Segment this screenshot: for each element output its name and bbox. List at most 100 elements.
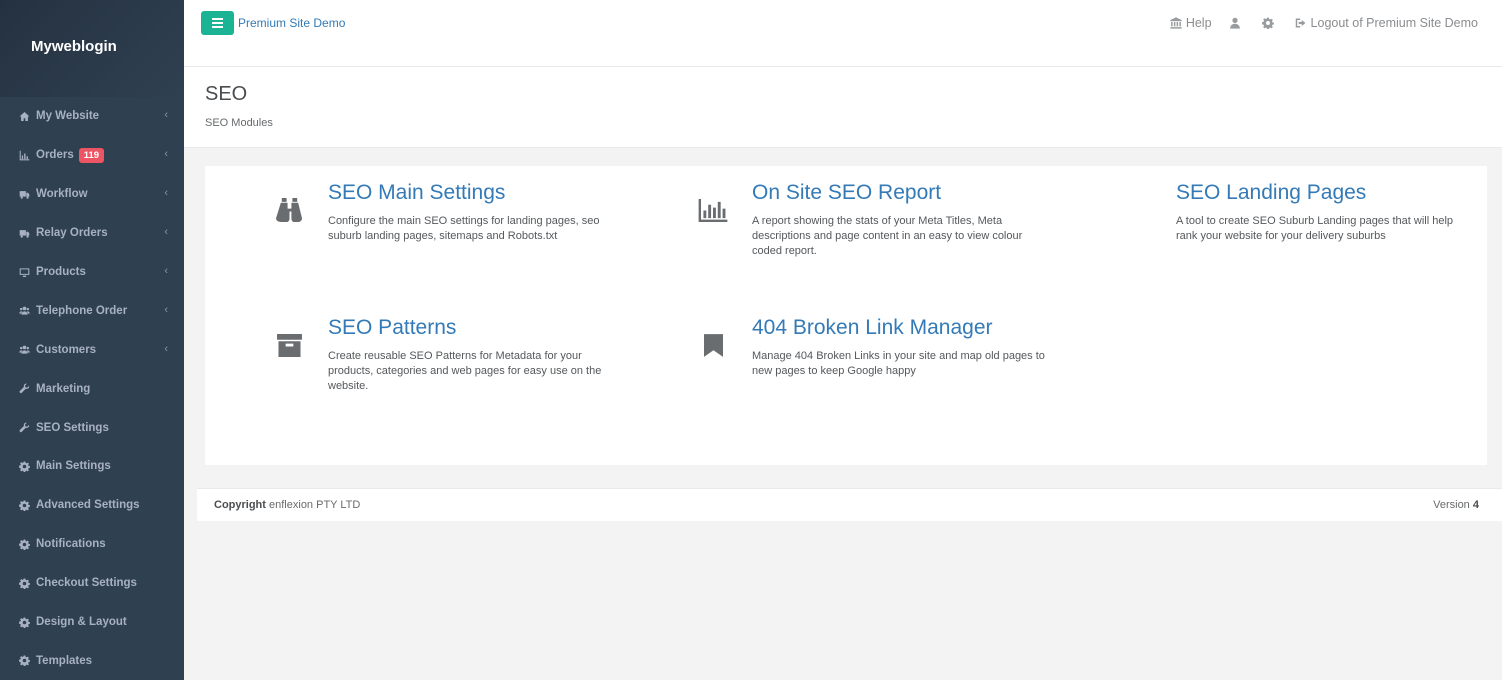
top-navbar: Premium Site Demo Help Logout of Premium… — [184, 0, 1502, 67]
gear-icon — [18, 538, 30, 550]
sidebar-item-my-website[interactable]: My Website ‹ — [0, 97, 184, 136]
gear-icon — [18, 616, 30, 628]
brand-name: Myweblogin — [31, 38, 117, 55]
settings-button[interactable] — [1261, 17, 1278, 29]
chevron-left-icon: ‹ — [164, 264, 168, 277]
sidebar-item-label: Advanced Settings — [36, 499, 140, 512]
gear-icon — [18, 499, 30, 511]
module-title[interactable]: SEO Landing Pages — [1176, 181, 1502, 204]
module-description: Create reusable SEO Patterns for Metadat… — [328, 350, 602, 393]
sidebar-item-label: Checkout Settings — [36, 577, 137, 590]
gear-icon — [1261, 17, 1274, 29]
site-name-link[interactable]: Premium Site Demo — [238, 16, 345, 30]
bar-chart-icon — [18, 149, 30, 161]
top-right-menu: Help Logout of Premium Site Demo — [1153, 16, 1478, 30]
chevron-left-icon: ‹ — [164, 148, 168, 161]
user-icon — [1229, 17, 1240, 29]
gear-icon — [18, 460, 30, 472]
bank-icon — [1170, 17, 1182, 29]
sidebar-item-marketing[interactable]: Marketing — [0, 369, 184, 408]
chevron-left-icon: ‹ — [164, 187, 168, 200]
sidebar-item-advanced-settings[interactable]: Advanced Settings — [0, 486, 184, 525]
gear-icon — [18, 655, 30, 667]
bar-chart-icon — [698, 195, 728, 225]
sidebar-brand[interactable]: Myweblogin — [0, 0, 184, 97]
sidebar-item-label: Notifications — [36, 538, 106, 551]
wrench-icon — [18, 422, 30, 434]
sidebar-item-label: Templates — [36, 654, 93, 667]
logout-label: Logout of Premium Site Demo — [1310, 16, 1478, 30]
chevron-left-icon: ‹ — [164, 303, 168, 316]
copyright-label: Copyright — [214, 499, 266, 511]
sidebar: Myweblogin My Website ‹ Orders 119 ‹ Wor… — [0, 0, 184, 680]
wrench-icon — [18, 383, 30, 395]
sidebar-item-workflow[interactable]: Workflow ‹ — [0, 175, 184, 214]
hamburger-icon — [212, 18, 223, 28]
sidebar-item-label: Main Settings — [36, 460, 111, 473]
version-label: Version — [1433, 499, 1470, 511]
users-icon — [18, 305, 30, 317]
sidebar-item-label: Products — [36, 266, 86, 278]
sidebar-item-relay-orders[interactable]: Relay Orders ‹ — [0, 214, 184, 253]
desktop-icon — [18, 266, 30, 278]
version-number: 4 — [1472, 499, 1479, 511]
module-description: A tool to create SEO Suburb Landing page… — [1176, 215, 1454, 243]
sidebar-item-checkout-settings[interactable]: Checkout Settings — [0, 564, 184, 603]
sidebar-item-label: Workflow — [36, 188, 88, 201]
sidebar-item-seo-settings[interactable]: SEO Settings — [0, 408, 184, 447]
module-seo-landing-pages: SEO Landing Pages A tool to create SEO S… — [1176, 181, 1502, 244]
help-link[interactable]: Help — [1170, 16, 1212, 30]
users-icon — [18, 344, 30, 356]
sidebar-item-main-settings[interactable]: Main Settings — [0, 447, 184, 486]
logout-link[interactable]: Logout of Premium Site Demo — [1295, 16, 1478, 30]
footer-copyright: Copyright enflexion PTY LTD — [214, 499, 360, 511]
sidebar-item-label: Relay Orders — [36, 227, 108, 240]
page-title: SEO — [205, 83, 248, 105]
chevron-left-icon: ‹ — [164, 342, 168, 355]
sidebar-nav: My Website ‹ Orders 119 ‹ Workflow ‹ Rel… — [0, 97, 184, 680]
sidebar-item-telephone-order[interactable]: Telephone Order ‹ — [0, 291, 184, 330]
sidebar-item-notifications[interactable]: Notifications — [0, 525, 184, 564]
sidebar-item-templates[interactable]: Templates — [0, 641, 184, 680]
chevron-left-icon: ‹ — [164, 109, 168, 122]
footer-version: Version 4 — [1433, 499, 1479, 511]
module-on-site-seo-report: On Site SEO Report A report showing the … — [698, 181, 1082, 259]
module-description: Manage 404 Broken Links in your site and… — [752, 350, 1045, 378]
module-title[interactable]: SEO Main Settings — [328, 181, 658, 204]
page-subtitle: SEO Modules — [205, 117, 273, 129]
home-icon — [18, 110, 30, 122]
help-label: Help — [1185, 16, 1212, 30]
sidebar-item-customers[interactable]: Customers ‹ — [0, 330, 184, 369]
module-title[interactable]: 404 Broken Link Manager — [752, 316, 1082, 339]
sidebar-item-label: Customers — [36, 343, 97, 356]
sidebar-item-label: My Website — [36, 110, 100, 123]
module-seo-main-settings: SEO Main Settings Configure the main SEO… — [275, 181, 658, 244]
module-seo-patterns: SEO Patterns Create reusable SEO Pattern… — [276, 316, 658, 394]
company-name: enflexion PTY LTD — [269, 499, 361, 511]
binoculars-icon — [274, 195, 304, 225]
sidebar-item-products[interactable]: Products ‹ — [0, 253, 184, 292]
gear-icon — [18, 577, 30, 589]
truck-icon — [18, 227, 30, 239]
sidebar-item-label: Marketing — [36, 382, 91, 395]
sign-out-icon — [1295, 18, 1306, 28]
sidebar-item-label: Design & Layout — [36, 616, 127, 629]
module-title[interactable]: On Site SEO Report — [752, 181, 1082, 204]
chevron-left-icon: ‹ — [164, 225, 168, 238]
footer: Copyright enflexion PTY LTD Version 4 — [197, 488, 1502, 521]
bookmark-icon — [698, 330, 728, 360]
truck-icon — [18, 188, 30, 200]
page-heading: SEO SEO Modules — [184, 67, 1502, 148]
sidebar-item-label: Orders — [36, 149, 74, 162]
module-description: A report showing the stats of your Meta … — [752, 215, 1023, 258]
sidebar-toggle-button[interactable] — [201, 11, 234, 35]
module-title[interactable]: SEO Patterns — [328, 316, 658, 339]
orders-count-badge: 119 — [78, 147, 105, 163]
user-profile-button[interactable] — [1229, 17, 1245, 29]
sidebar-item-label: SEO Settings — [36, 421, 109, 434]
module-description: Configure the main SEO settings for land… — [328, 215, 600, 243]
sidebar-item-orders[interactable]: Orders 119 ‹ — [0, 136, 184, 175]
sidebar-item-design-layout[interactable]: Design & Layout — [0, 603, 184, 642]
module-404-broken-link-manager: 404 Broken Link Manager Manage 404 Broke… — [703, 316, 1082, 379]
sidebar-item-label: Telephone Order — [36, 304, 128, 317]
